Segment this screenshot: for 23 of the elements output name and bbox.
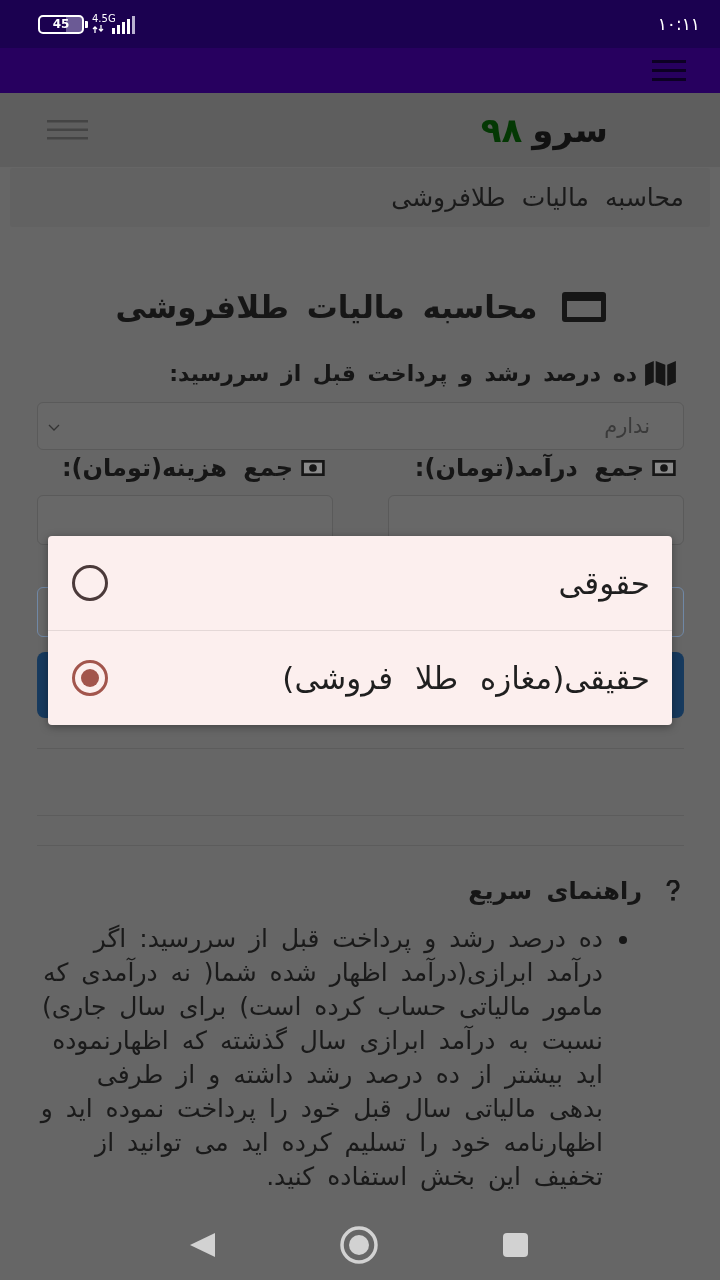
page-title: محاسبه مالیات طلافروشی	[115, 289, 538, 325]
question-icon	[666, 880, 680, 902]
radio-option[interactable]: حقوقی	[48, 536, 672, 630]
home-icon[interactable]	[340, 1226, 378, 1264]
help-heading: راهنمای سریع	[468, 877, 642, 905]
battery-indicator: 45	[38, 14, 88, 34]
data-arrows-icon	[92, 25, 104, 33]
map-icon	[645, 360, 676, 386]
field-label: جمع درآمد(تومان):	[414, 454, 644, 482]
radio-option[interactable]: حقیقی(مغازه طلا فروشی)	[48, 630, 672, 725]
back-icon[interactable]	[190, 1233, 215, 1257]
logo-text: سرو	[532, 110, 608, 150]
bullet-icon	[619, 936, 627, 944]
chevron-down-icon	[48, 423, 60, 431]
field-label: جمع هزینه(تومان):	[61, 454, 293, 482]
banknote-icon	[301, 460, 325, 476]
clock-time: ۱۰:۱۱	[657, 14, 700, 34]
network-type: 4.5G	[92, 13, 116, 24]
window-icon	[561, 292, 606, 322]
logo-number: ۹۸	[480, 110, 523, 150]
banknote-icon	[652, 460, 676, 476]
field-label: ده درصد رشد و پرداخت قبل از سررسید:	[169, 360, 637, 386]
help-paragraph: ده درصد رشد و پرداخت قبل از سررسید: اگر درآمد ابرازی(درآمد اظهار شده شما( نه درآمدی که مامور مالیاتی حساب کرده است) برای سال جاری) نسبت به درآمد ابرازی سال گذشته که اظهارنموده اید بیشتر از ده درصد رشد داشته و از طرفی بدهی مالیاتی سال قبل خود را پرداخت نموده اید و اظهارنامه خود را تسلیم کرده اید می توانید از تخفیف این بخش استفاده کنید.	[38, 923, 603, 1193]
